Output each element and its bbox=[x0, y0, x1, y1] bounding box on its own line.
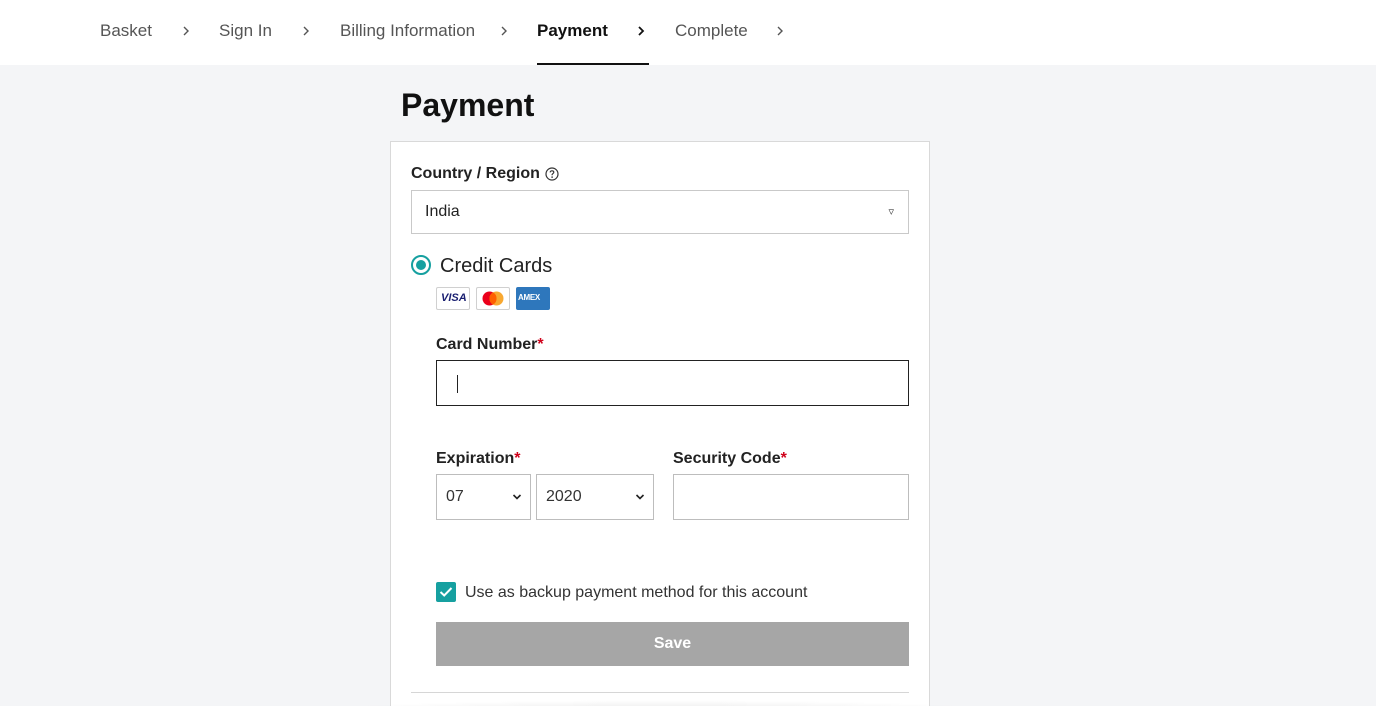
radio-selected-dot bbox=[416, 260, 426, 270]
required-marker: * bbox=[780, 450, 787, 467]
chevron-right-icon bbox=[182, 22, 192, 40]
security-code-label-text: Security Code bbox=[673, 450, 781, 467]
amex-logo-text: AMEX bbox=[518, 293, 540, 302]
active-step-indicator bbox=[537, 63, 649, 65]
divider bbox=[411, 692, 909, 693]
expiration-label: Expiration* bbox=[436, 449, 520, 469]
step-basket[interactable]: Basket bbox=[100, 21, 152, 41]
page-title: Payment bbox=[401, 87, 535, 123]
visa-logo-text: VISA bbox=[441, 292, 467, 304]
amex-logo-icon: AMEX bbox=[516, 287, 550, 310]
text-caret bbox=[457, 375, 458, 393]
required-marker: * bbox=[537, 336, 544, 353]
credit-cards-radio[interactable] bbox=[411, 255, 431, 275]
backup-payment-label: Use as backup payment method for this ac… bbox=[465, 584, 808, 601]
backup-payment-checkbox[interactable] bbox=[436, 582, 456, 602]
chevron-right-icon bbox=[302, 22, 312, 40]
credit-cards-label: Credit Cards bbox=[440, 255, 553, 277]
card-number-input[interactable] bbox=[436, 360, 909, 406]
step-complete[interactable]: Complete bbox=[675, 21, 748, 41]
chevron-right-icon bbox=[500, 22, 510, 40]
expiration-year-select[interactable]: 2020 bbox=[536, 474, 654, 520]
country-region-select[interactable]: India ▿ bbox=[411, 190, 909, 234]
card-number-label-text: Card Number bbox=[436, 336, 538, 353]
step-payment[interactable]: Payment bbox=[537, 21, 608, 41]
save-button[interactable]: Save bbox=[436, 622, 909, 666]
step-sign-in[interactable]: Sign In bbox=[219, 21, 272, 41]
mastercard-logo-icon bbox=[476, 287, 510, 310]
country-region-value: India bbox=[425, 203, 460, 220]
expiration-month-select[interactable]: 07 bbox=[436, 474, 531, 520]
required-marker: * bbox=[514, 450, 521, 467]
bottom-shadow bbox=[270, 700, 1050, 706]
dropdown-arrow-icon: ▿ bbox=[888, 206, 894, 218]
chevron-right-icon bbox=[637, 22, 647, 40]
expiration-year-value: 2020 bbox=[546, 488, 582, 505]
chevron-right-icon bbox=[776, 22, 786, 40]
expiration-month-value: 07 bbox=[446, 488, 464, 505]
expiration-label-text: Expiration bbox=[436, 450, 515, 467]
visa-logo-icon: VISA bbox=[436, 287, 470, 310]
help-icon[interactable] bbox=[545, 167, 559, 181]
country-region-label: Country / Region bbox=[411, 165, 540, 182]
card-number-label: Card Number* bbox=[436, 335, 544, 355]
security-code-label: Security Code* bbox=[673, 449, 787, 469]
step-billing-information[interactable]: Billing Information bbox=[340, 21, 475, 41]
checkout-steps-nav: Basket Sign In Billing Information Payme… bbox=[0, 0, 1376, 65]
chevron-down-icon bbox=[512, 494, 522, 500]
security-code-input[interactable] bbox=[673, 474, 909, 520]
checkmark-icon bbox=[439, 587, 453, 597]
chevron-down-icon bbox=[635, 494, 645, 500]
